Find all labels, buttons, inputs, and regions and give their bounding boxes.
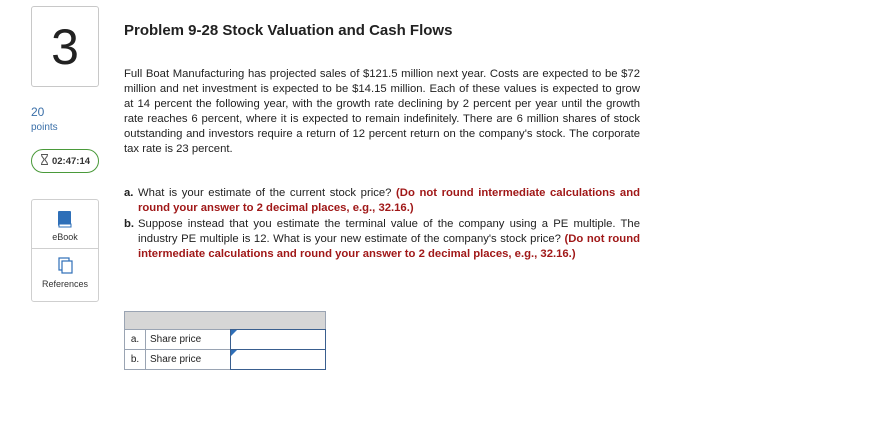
resources-divider	[32, 248, 98, 249]
question-letter: b.	[124, 218, 135, 230]
problem-body: Full Boat Manufacturing has projected sa…	[124, 68, 640, 155]
answer-label: Share price	[146, 350, 231, 369]
references-link[interactable]: References	[32, 257, 98, 289]
timer-value: 02:47:14	[51, 155, 91, 167]
input-flag-icon	[231, 330, 237, 336]
hourglass-icon	[40, 154, 49, 168]
ebook-label: eBook	[52, 232, 78, 242]
ebook-link[interactable]: eBook	[32, 210, 98, 242]
problem-title: Problem 9-28 Stock Valuation and Cash Fl…	[124, 22, 453, 39]
answer-table-header	[125, 312, 325, 330]
book-icon	[32, 210, 98, 228]
input-flag-icon	[231, 350, 237, 356]
timer[interactable]: 02:47:14	[31, 149, 99, 173]
questions-list: a. What is your estimate of the current …	[124, 186, 640, 262]
resources-panel: eBook References	[31, 199, 99, 302]
answer-cell	[230, 329, 326, 350]
answer-table: a. Share price b. Share price	[124, 311, 326, 370]
question-b: b. Suppose instead that you estimate the…	[124, 217, 640, 262]
share-price-input-a[interactable]	[231, 330, 325, 349]
question-number: 3	[31, 6, 99, 87]
answer-letter: a.	[125, 330, 146, 349]
references-label: References	[41, 279, 89, 289]
answer-letter: b.	[125, 350, 146, 369]
points-value: 20	[31, 105, 45, 119]
question-text: What is your estimate of the current sto…	[138, 187, 392, 199]
points-label: points	[31, 122, 58, 133]
share-price-input-b[interactable]	[231, 350, 325, 369]
references-icon	[32, 257, 98, 275]
answer-cell	[230, 349, 326, 370]
answer-label: Share price	[146, 330, 231, 349]
question-a: a. What is your estimate of the current …	[124, 186, 640, 216]
question-letter: a.	[124, 187, 134, 199]
answer-row-b: b. Share price	[125, 349, 326, 370]
answer-row-a: a. Share price	[125, 329, 326, 350]
left-rail: 3 20 points 02:47:14 eBook References	[0, 0, 110, 440]
